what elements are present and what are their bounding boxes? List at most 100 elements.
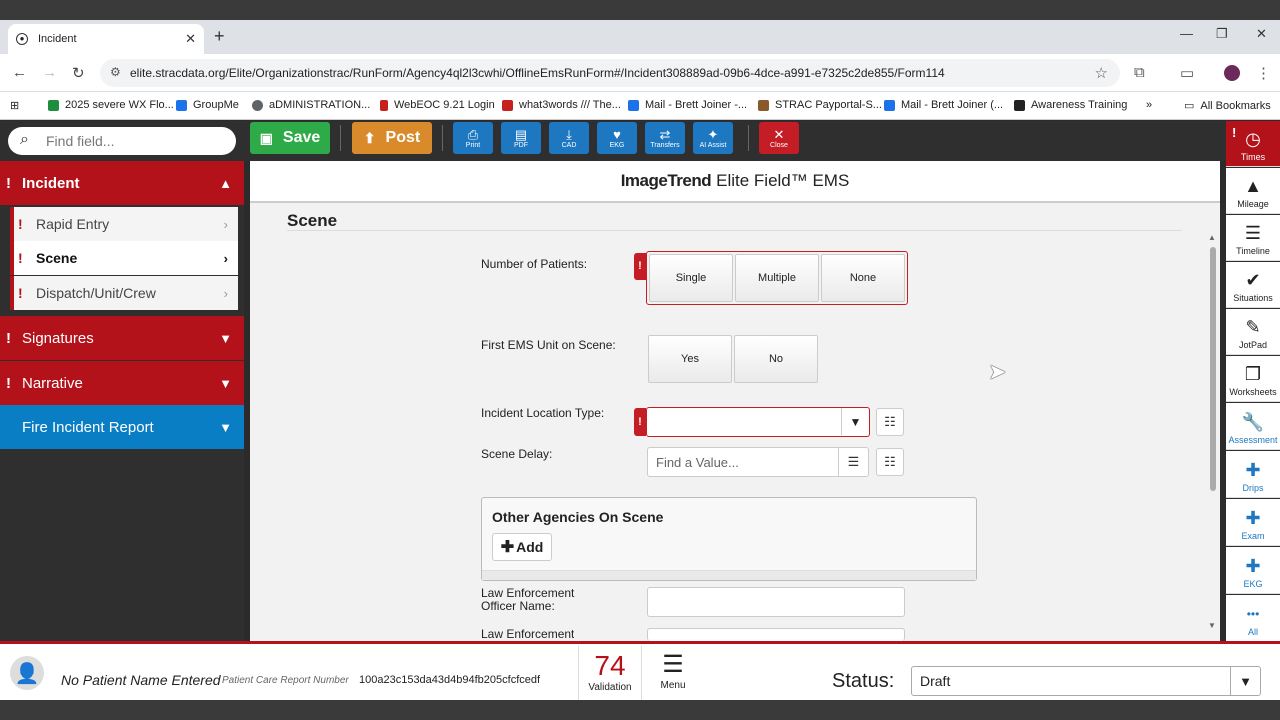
bookmark-item[interactable]: Mail - Brett Joiner (... xyxy=(884,99,1003,111)
url-bar[interactable]: ⚙ elite.stracdata.org/Elite/Organization… xyxy=(100,59,1120,87)
scene-delay-list-button[interactable]: ☷ xyxy=(876,448,904,476)
bookmark-label: STRAC Payportal-S... xyxy=(775,99,882,111)
rail-worksheets[interactable]: ❐ Worksheets xyxy=(1226,356,1280,402)
browser-tab[interactable]: ● Incident ✕ xyxy=(8,24,204,54)
status-select[interactable]: Draft ▼ xyxy=(911,666,1261,696)
medkit-icon: ✚ xyxy=(1245,556,1261,576)
bookmark-item[interactable]: what3words /// The... xyxy=(502,99,621,111)
save-button[interactable]: ▣ Save xyxy=(250,122,330,154)
browser-menu-icon[interactable]: ⋮ xyxy=(1256,64,1271,82)
hamburger-icon[interactable]: ☰ xyxy=(838,448,868,476)
rail-all[interactable]: ••• All xyxy=(1226,595,1280,641)
post-button[interactable]: ⬆ Post xyxy=(352,122,432,154)
num-patients-multiple[interactable]: Multiple xyxy=(735,254,819,302)
checklist-icon: ✔ xyxy=(1245,270,1261,290)
plus-icon: ✚ xyxy=(500,539,515,556)
rail-label: Situations xyxy=(1233,293,1273,303)
nav-section-fire-incident-report[interactable]: Fire Incident Report ▼ xyxy=(0,405,244,449)
rail-times[interactable]: ! ◷ Times xyxy=(1226,121,1280,167)
form-scrollbar[interactable]: ▲ ▼ xyxy=(1208,233,1217,633)
bookmark-item[interactable]: WebEOC 9.21 Login xyxy=(380,99,495,111)
forward-icon[interactable]: → xyxy=(42,64,57,81)
add-label: Add xyxy=(516,539,544,555)
nav-section-label: Signatures xyxy=(22,329,94,347)
rail-timeline[interactable]: ☰ Timeline xyxy=(1226,215,1280,261)
apps-icon[interactable]: ⊞ xyxy=(10,99,19,112)
rail-assessment[interactable]: 🔧 Assessment xyxy=(1226,403,1280,450)
rail-mileage[interactable]: ▲ Mileage xyxy=(1226,168,1280,214)
nav-section-incident[interactable]: ! Incident ▲ xyxy=(0,161,244,205)
bookmark-item[interactable]: GroupMe xyxy=(176,99,239,111)
ekg-button[interactable]: ♥ EKG xyxy=(597,122,637,154)
transfers-button[interactable]: ⇄ Transfers xyxy=(645,122,685,154)
scroll-up-icon[interactable]: ▲ xyxy=(1208,233,1216,242)
menu-label: Menu xyxy=(660,680,686,691)
rail-label: All xyxy=(1247,627,1258,637)
first-unit-no[interactable]: No xyxy=(734,335,818,383)
bookmark-item[interactable]: Awareness Training xyxy=(1014,99,1127,111)
scroll-thumb[interactable] xyxy=(1210,247,1216,491)
scroll-down-icon[interactable]: ▼ xyxy=(1208,621,1216,630)
validation-button[interactable]: 74 Validation xyxy=(578,646,642,701)
nav-item-rapid-entry[interactable]: ! Rapid Entry › xyxy=(10,207,238,241)
bookmark-favicon-icon xyxy=(1014,99,1025,111)
nav-item-dispatch-unit-crew[interactable]: ! Dispatch/Unit/Crew › xyxy=(10,276,238,310)
mouse-cursor-icon: ➤ xyxy=(988,359,1007,384)
pdf-button[interactable]: ▤ PDF xyxy=(501,122,541,154)
extensions-icon[interactable]: ⧉ xyxy=(1134,64,1145,81)
form-navigation: ⌕ Find field... ! Incident ▲ ! Rapid Ent… xyxy=(0,121,244,641)
location-type-select[interactable]: ▼ xyxy=(646,407,870,437)
site-info-icon[interactable]: ⚙ xyxy=(110,65,121,79)
scene-delay-input[interactable]: Find a Value... ☰ xyxy=(647,447,869,477)
find-field-input[interactable]: ⌕ Find field... xyxy=(8,127,236,155)
new-tab-icon[interactable]: + xyxy=(214,26,225,47)
window-close-icon[interactable]: ✕ xyxy=(1256,26,1267,42)
bookmark-item[interactable]: aDMINISTRATION... xyxy=(252,99,370,111)
rail-label: Assessment xyxy=(1228,435,1278,445)
bookmark-favicon-icon xyxy=(380,99,388,111)
bookmark-label: 2025 severe WX Flo... xyxy=(65,99,174,111)
nav-item-scene[interactable]: ! Scene › xyxy=(10,241,238,275)
add-agency-button[interactable]: ✚ Add xyxy=(492,533,552,561)
bookmark-item[interactable]: STRAC Payportal-S... xyxy=(758,99,882,111)
pcr-number: 100a23c153da43d4b94fb205cfcfcedf xyxy=(359,674,541,686)
minimize-icon[interactable]: — xyxy=(1180,26,1193,41)
rail-drips[interactable]: ✚ Drips xyxy=(1226,451,1280,498)
num-patients-none[interactable]: None xyxy=(821,254,905,302)
all-bookmarks[interactable]: ▭ All Bookmarks xyxy=(1184,99,1271,113)
cad-button[interactable]: ⤓ CAD xyxy=(549,122,589,154)
bookmark-item[interactable]: 2025 severe WX Flo... xyxy=(48,99,174,111)
close-button[interactable]: ✕ Close xyxy=(759,122,799,154)
heart-icon: ♥ xyxy=(613,126,621,142)
first-unit-yes[interactable]: Yes xyxy=(648,335,732,383)
required-icon: ! xyxy=(18,285,23,301)
reload-icon[interactable]: ↻ xyxy=(72,64,85,82)
print-button[interactable]: ⎙ Print xyxy=(453,122,493,154)
leo-next-input[interactable] xyxy=(647,628,905,641)
ai-assist-button[interactable]: ✦ AI Assist xyxy=(693,122,733,154)
location-type-label: Incident Location Type: xyxy=(481,406,605,420)
back-icon[interactable]: ← xyxy=(12,64,27,81)
restore-icon[interactable]: ❐ xyxy=(1216,26,1228,42)
bookmark-star-icon[interactable]: ☆ xyxy=(1095,64,1108,82)
leo-name-input[interactable] xyxy=(647,587,905,617)
tab-close-icon[interactable]: ✕ xyxy=(185,31,196,47)
find-field-placeholder: Find field... xyxy=(46,133,115,149)
rail-exam[interactable]: ✚ Exam xyxy=(1226,499,1280,546)
profile-avatar[interactable] xyxy=(1224,65,1240,81)
all-bookmarks-label: All Bookmarks xyxy=(1200,99,1271,112)
patient-avatar-icon[interactable]: 👤 xyxy=(10,656,44,690)
rail-ekg[interactable]: ✚ EKG xyxy=(1226,547,1280,594)
num-patients-single[interactable]: Single xyxy=(649,254,733,302)
rail-situations[interactable]: ✔ Situations xyxy=(1226,262,1280,308)
nav-section-narrative[interactable]: ! Narrative ▼ xyxy=(0,361,244,405)
cast-icon[interactable]: ▭ xyxy=(1180,64,1194,82)
more-bookmarks-icon[interactable]: » xyxy=(1146,99,1152,111)
rail-jotpad[interactable]: ✎ JotPad xyxy=(1226,309,1280,355)
menu-button[interactable]: ☰ Menu xyxy=(648,646,698,701)
nav-section-signatures[interactable]: ! Signatures ▼ xyxy=(0,316,244,360)
location-type-list-button[interactable]: ☷ xyxy=(876,408,904,436)
leo-next-label: Law Enforcement xyxy=(481,628,575,640)
chevron-down-icon: ▼ xyxy=(219,419,232,435)
bookmark-item[interactable]: Mail - Brett Joiner -... xyxy=(628,99,747,111)
